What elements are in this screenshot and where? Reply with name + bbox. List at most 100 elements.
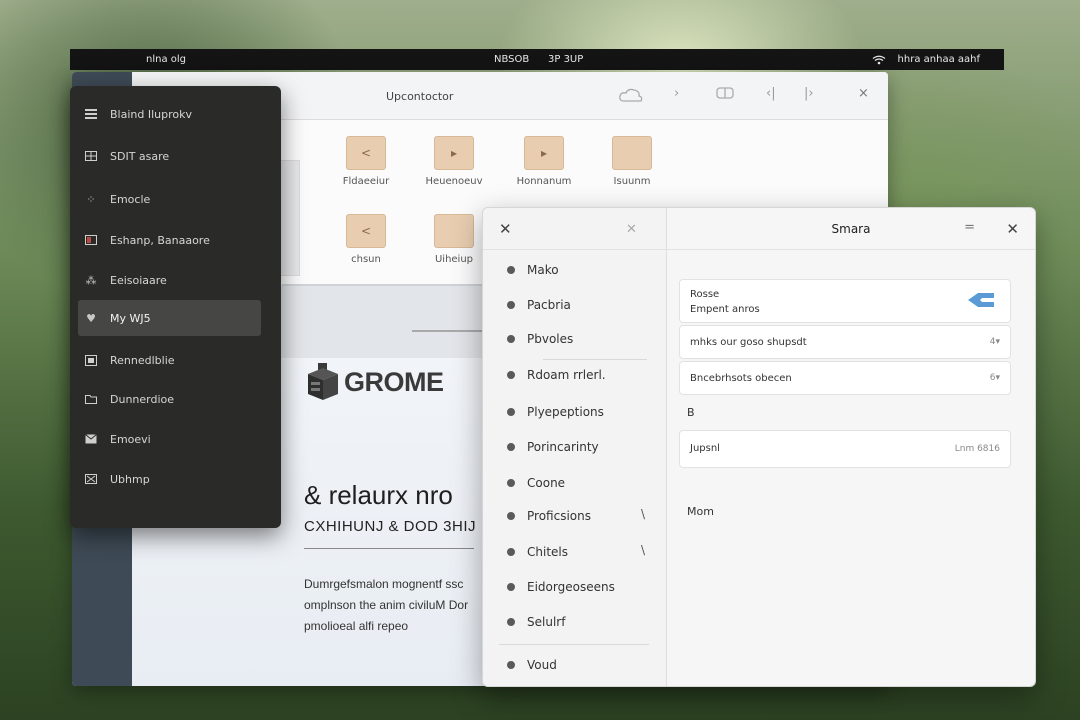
category-label: Pacbria <box>527 298 571 312</box>
top-panel-app-name[interactable]: nlna olg <box>146 54 186 65</box>
category-item[interactable]: Plyepeptions <box>507 405 604 419</box>
category-item[interactable]: Coone <box>507 476 565 490</box>
chevron-right-icon[interactable]: › <box>674 86 679 101</box>
category-item[interactable]: Chitels \ <box>507 543 657 559</box>
file-item[interactable]: < chsun <box>331 214 401 265</box>
row-title: Rosse <box>690 289 720 300</box>
menu-item-label: Eeisoiaare <box>110 273 167 287</box>
file-item-label: Heuenoeuv <box>425 176 483 187</box>
close-icon[interactable]: ✕ <box>1006 222 1019 237</box>
settings-dialog[interactable]: ✕ ✕ Smara = ✕ Mako Pacbria Pbvoles Rdoam… <box>482 207 1036 687</box>
menu-item[interactable]: Eshanp, Banaaore <box>78 222 261 258</box>
category-item[interactable]: Voud <box>507 658 557 672</box>
top-panel-status: 3P 3UP <box>548 54 584 65</box>
bullet-icon <box>507 618 515 626</box>
menu-item-label: Ubhmp <box>110 472 150 486</box>
dialog-title: Smara <box>831 222 871 236</box>
divider <box>543 359 647 360</box>
row-subtitle: Empent anros <box>690 304 760 315</box>
menu-item[interactable]: Blaind Iluprokv <box>78 96 261 132</box>
menu-item[interactable]: Ubhmp <box>78 461 261 497</box>
dots-icon: ⁘ <box>86 192 96 206</box>
file-item[interactable]: Isuunm <box>597 136 667 187</box>
forward-icon[interactable]: |› <box>804 86 814 101</box>
bullet-icon <box>507 266 515 274</box>
category-label: Voud <box>527 658 557 672</box>
menu-item-label: Dunnerdioe <box>110 392 175 406</box>
app-menu: Blaind Iluprokv SDIT asare ⁘ Emocle Esha… <box>70 86 281 528</box>
file-item-label: Fldaeeiur <box>342 176 390 187</box>
path-bar[interactable]: Upcontoctor <box>386 90 453 103</box>
divider <box>412 330 482 332</box>
clear-icon[interactable]: ✕ <box>626 223 637 236</box>
menu-item-label: Rennedlblie <box>110 353 175 367</box>
settings-row[interactable]: Bncebrhsots obecen 6▾ <box>679 361 1011 395</box>
view-icon[interactable] <box>716 86 734 104</box>
row-dropdown[interactable]: 4▾ <box>990 337 1000 347</box>
folder-icon: < <box>346 136 386 170</box>
folder-icon <box>434 214 474 248</box>
menu-item[interactable]: Rennedlblie <box>78 342 261 378</box>
settings-row[interactable]: mhks our goso shupsdt 4▾ <box>679 325 1011 359</box>
file-item-label: Isuunm <box>613 176 651 187</box>
file-item[interactable]: ▸ Honnanum <box>509 136 579 187</box>
minimize-icon[interactable]: = <box>964 220 975 235</box>
bullet-icon <box>507 583 515 591</box>
menu-item[interactable]: Emoevi <box>78 421 261 457</box>
close-icon[interactable]: ✕ <box>499 222 512 237</box>
row-label: Bncebrhsots obecen <box>690 373 792 384</box>
row-dropdown[interactable]: 6▾ <box>990 373 1000 383</box>
bullet-icon <box>507 479 515 487</box>
settings-header: Smara = ✕ <box>667 208 1035 250</box>
top-panel-clock[interactable]: NBSOB <box>494 54 529 65</box>
menu-item-label: My WJ5 <box>110 311 151 325</box>
section-label: Mom <box>687 505 714 518</box>
close-icon[interactable]: × <box>858 86 869 101</box>
category-label: Eidorgeoseens <box>527 580 615 594</box>
back-icon[interactable]: ‹| <box>766 86 776 101</box>
image-icon <box>84 233 98 247</box>
file-item[interactable]: Uiheiup <box>419 214 489 265</box>
list-icon <box>84 107 98 121</box>
category-item[interactable]: Pbvoles <box>507 332 573 346</box>
wifi-icon[interactable] <box>872 55 886 65</box>
category-item[interactable]: Eidorgeoseens <box>507 580 615 594</box>
logo: GROME <box>306 362 444 402</box>
document-headline: & relaurx nro <box>304 480 453 510</box>
cloud-icon[interactable] <box>618 86 644 108</box>
category-label: Coone <box>527 476 566 490</box>
file-item[interactable]: ▸ Heuenoeuv <box>419 136 489 187</box>
menu-item-label: Emocle <box>110 192 151 206</box>
top-panel-tray[interactable]: hhra anhaa aahf <box>872 54 980 65</box>
heart-icon: ♥ <box>86 311 96 325</box>
category-indicator: \ <box>641 543 646 557</box>
divider <box>304 548 474 549</box>
menu-item-active[interactable]: ♥ My WJ5 <box>78 300 261 336</box>
menu-item[interactable]: ⁘ Emocle <box>78 181 261 217</box>
folder-icon: < <box>346 214 386 248</box>
file-item-label: Uiheiup <box>434 254 474 265</box>
row-label: Jupsnl <box>690 443 720 454</box>
menu-item[interactable]: SDIT asare <box>78 138 261 174</box>
category-item[interactable]: Mako <box>507 263 559 277</box>
section-label: B <box>687 406 695 419</box>
settings-row[interactable]: Rosse Empent anros <box>679 279 1011 323</box>
paragraph-line: omplnson the anim civiluM Dor <box>304 598 469 612</box>
settings-row[interactable]: Jupsnl Lnm 6816 <box>679 430 1011 468</box>
logo-text: GROME <box>344 366 444 397</box>
category-item[interactable]: Pacbria <box>507 298 571 312</box>
menu-item[interactable]: ⁂ Eeisoiaare <box>78 262 261 298</box>
category-label: Pbvoles <box>527 332 574 346</box>
category-item[interactable]: Proficsions \ <box>507 507 657 523</box>
menu-item-label: Emoevi <box>110 432 151 446</box>
menu-item[interactable]: Dunnerdioe <box>78 381 261 417</box>
category-item[interactable]: Selulrf <box>507 615 565 629</box>
document-paragraph: Dumrgefsmalon mognentf ssc omplnson the … <box>304 574 494 637</box>
category-item[interactable]: Rdoam rrlerl. <box>507 368 606 382</box>
file-item[interactable]: < Fldaeeiur <box>331 136 401 187</box>
bullet-icon <box>507 408 515 416</box>
category-item[interactable]: Porincarinty <box>507 440 599 454</box>
folder-icon: ▸ <box>434 136 474 170</box>
arrow-icon[interactable] <box>966 292 996 312</box>
category-label: Chitels <box>527 545 568 559</box>
